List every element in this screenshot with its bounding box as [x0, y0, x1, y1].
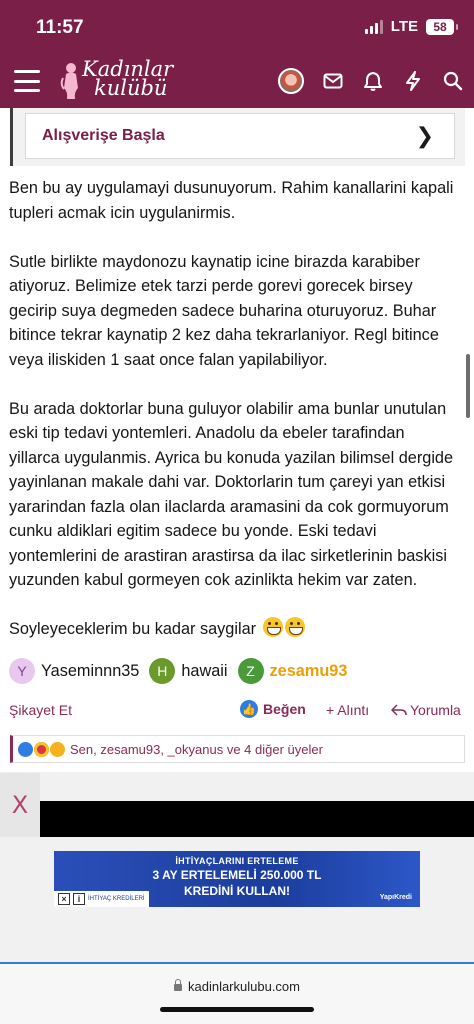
like-button[interactable]: 👍 Beğen [240, 700, 306, 718]
ad-line2: 3 AY ERTELEMELİ 250.000 TL [152, 868, 322, 882]
reactions-summary[interactable]: Sen, zesamu93, _okyanus ve 4 diğer üyele… [10, 735, 465, 763]
post-paragraph: Sutle birlikte maydonozu kaynatip icine … [9, 252, 439, 369]
mention-user[interactable]: H hawaii [149, 658, 228, 684]
mention-user[interactable]: Y Yaseminnn35 [9, 658, 139, 684]
post-actions: Şikayet Et 👍 Beğen + Alıntı Yorumla [9, 700, 465, 722]
promo-label: Alışverişe Başla [42, 127, 165, 144]
reactions-text: Sen, zesamu93, _okyanus ve 4 diğer üyele… [70, 741, 323, 757]
mention-name: Yaseminnn35 [41, 661, 140, 680]
home-indicator[interactable] [160, 1007, 314, 1012]
status-time: 11:57 [36, 17, 84, 38]
logo-line2: kulübü [94, 76, 168, 100]
post-body: Ben bu ay uygulamayi dusunuyorum. Rahim … [9, 176, 457, 642]
ad-close-small-icon[interactable]: × [58, 893, 70, 905]
lightning-icon[interactable] [402, 70, 424, 92]
signal-icon [364, 19, 383, 34]
site-logo[interactable]: Kadınlar kulübü [60, 59, 180, 104]
ad-line1: İHTİYAÇLARINI ERTELEME [175, 856, 299, 866]
browser-address-bar[interactable]: kadinlarkulubu.com [0, 964, 474, 1024]
mention-avatar: H [149, 658, 176, 684]
nav-icons [278, 68, 464, 94]
reply-label: Yorumla [410, 702, 461, 718]
post-paragraph: Bu arada doktorlar buna guluyor olabilir… [9, 399, 454, 590]
mention-avatar: Y [9, 658, 35, 684]
laugh-reaction-icon [50, 741, 65, 757]
ad-banner[interactable]: İHTİYAÇLARINI ERTELEME 3 AY ERTELEMELİ 2… [54, 851, 420, 907]
mention-list: Y Yaseminnn35 H hawaii Z zesamu93 [9, 658, 351, 684]
reply-icon [391, 704, 407, 716]
ad-close-button[interactable]: X [0, 773, 40, 837]
mention-name: hawaii [181, 661, 228, 680]
search-icon[interactable] [442, 70, 464, 92]
mail-icon[interactable] [322, 70, 344, 92]
scrollbar[interactable] [466, 354, 470, 418]
post-paragraph: Soyleyeceklerim bu kadar saygilar [9, 620, 257, 638]
ad-tag-label: İHTİYAÇ KREDİLERİ [88, 896, 145, 902]
like-label: Beğen [263, 701, 306, 717]
reaction-icons [18, 741, 66, 757]
reply-button[interactable]: Yorumla [391, 702, 461, 718]
url-text: kadinlarkulubu.com [187, 979, 300, 994]
mention-user[interactable]: Z zesamu93 [237, 658, 348, 684]
menu-icon[interactable] [14, 70, 40, 92]
shop-start-button[interactable]: Alışverişe Başla ❯ [25, 113, 455, 159]
top-bar: 11:57 LTE 58 Kadınlar kulübü [0, 0, 474, 108]
thumbs-up-icon: 👍 [240, 700, 258, 718]
mention-name: zesamu93 [269, 661, 348, 680]
chevron-right-icon: ❯ [415, 123, 434, 148]
status-indicators: LTE 58 [364, 18, 458, 35]
battery-icon: 58 [426, 18, 458, 35]
logo-figure-icon [60, 63, 78, 99]
promo-container: Alışverişe Başla ❯ [10, 108, 465, 166]
ad-brand: YapıKredi [379, 894, 412, 901]
quote-button[interactable]: + Alıntı [326, 702, 369, 718]
love-reaction-icon [34, 741, 49, 757]
grinning-sweat-emoji [262, 617, 283, 637]
logo-text: Kadınlar kulübü [82, 59, 173, 100]
user-avatar[interactable] [278, 68, 304, 94]
post-closing: Soyleyeceklerim bu kadar saygilar [9, 617, 457, 642]
ad-black-strip [40, 801, 474, 837]
mention-avatar: Z [237, 658, 264, 684]
post-paragraph: Ben bu ay uygulamayi dusunuyorum. Rahim … [9, 179, 454, 222]
ad-info-icon[interactable]: i [73, 893, 85, 905]
network-type: LTE [390, 18, 418, 35]
grinning-sweat-emoji [284, 617, 305, 637]
lock-icon [173, 979, 182, 991]
like-reaction-icon [18, 741, 33, 757]
url-display[interactable]: kadinlarkulubu.com [0, 979, 474, 994]
bell-icon[interactable] [362, 70, 384, 92]
ad-tag: × i İHTİYAÇ KREDİLERİ [54, 891, 149, 907]
report-button[interactable]: Şikayet Et [9, 702, 72, 718]
